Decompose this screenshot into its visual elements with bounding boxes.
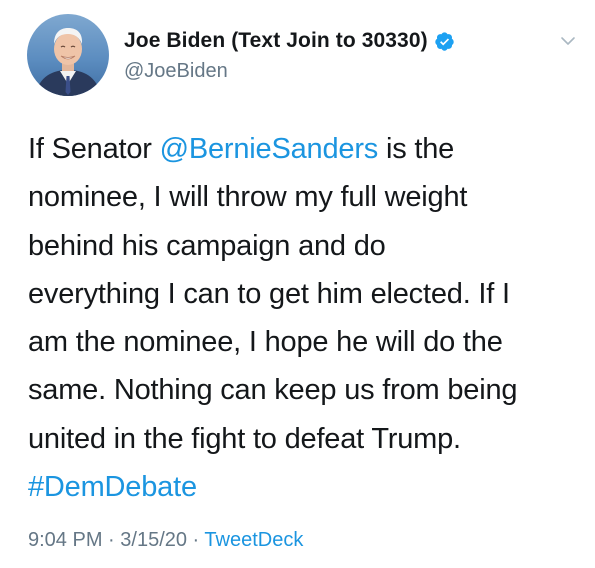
author-name-row: Joe Biden (Text Join to 30330): [124, 28, 455, 54]
meta-separator: ·: [187, 529, 205, 551]
tweet-line: same. Nothing can keep us from being: [28, 374, 518, 407]
author-handle[interactable]: @JoeBiden: [124, 60, 228, 83]
hashtag-link[interactable]: #DemDebate: [28, 471, 197, 503]
tweet-header: Joe Biden (Text Join to 30330) @JoeBiden: [0, 0, 595, 110]
mention-link[interactable]: @BernieSanders: [160, 133, 379, 165]
meta-separator: ·: [102, 529, 121, 551]
avatar-portrait: [35, 28, 101, 96]
tweet-line: everything I can to get him elected. If …: [28, 277, 510, 310]
tweet-date[interactable]: 3/15/20: [120, 529, 187, 551]
tweet-line: If Senator @BernieSanders is the: [28, 125, 588, 173]
tweet-text-segment: is the: [378, 133, 455, 165]
avatar[interactable]: [27, 14, 109, 96]
tweet-metadata: 9:04 PM · 3/15/20 · TweetDeck: [28, 529, 303, 552]
author-display-name[interactable]: Joe Biden (Text Join to 30330): [124, 29, 428, 53]
tweet-text-segment: If Senator: [28, 133, 160, 165]
verified-badge-icon: [434, 31, 455, 52]
tweet-line: #DemDebate: [28, 463, 588, 511]
chevron-down-icon[interactable]: [557, 30, 579, 52]
tweet-line: am the nominee, I hope he will do the: [28, 326, 503, 359]
tweet-line: united in the fight to defeat Trump.: [28, 422, 461, 455]
tweet-line: behind his campaign and do: [28, 229, 386, 262]
tweet-line: nominee, I will throw my full weight: [28, 181, 468, 214]
tweet-time[interactable]: 9:04 PM: [28, 529, 102, 551]
tweet-source-link[interactable]: TweetDeck: [204, 529, 303, 551]
tweet-body: If Senator @BernieSanders is the nominee…: [28, 125, 588, 511]
